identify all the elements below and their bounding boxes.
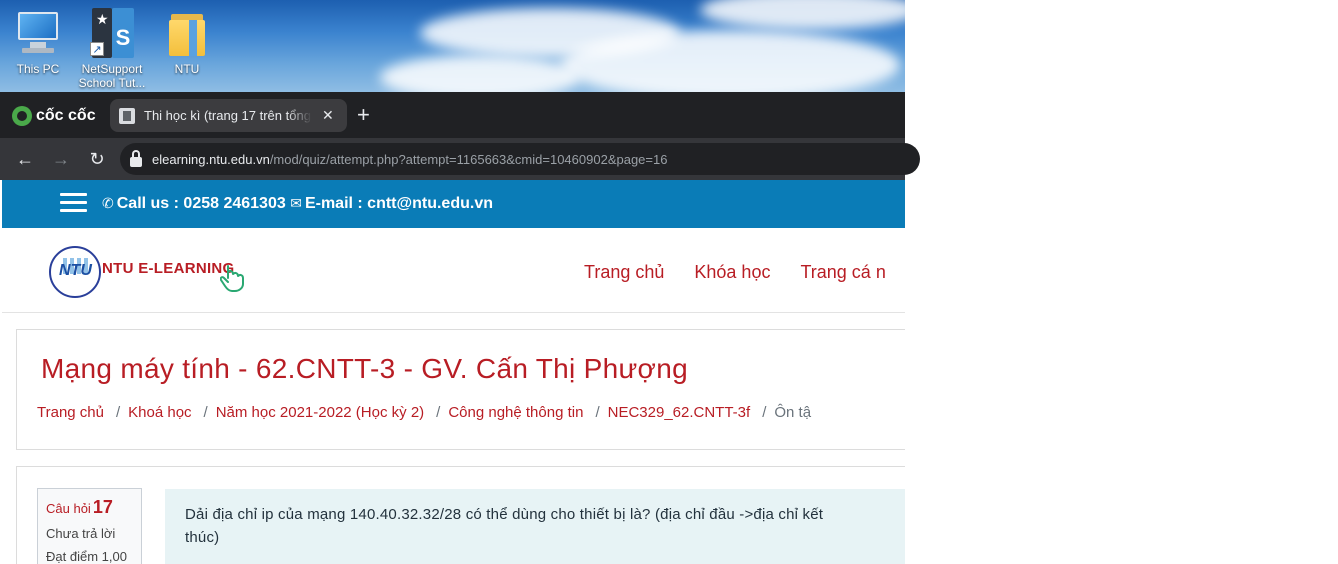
breadcrumb-item[interactable]: Công nghệ thông tin xyxy=(448,404,583,421)
coccoc-logo-icon xyxy=(12,106,32,126)
quiz-question-box: Câu hỏi 17 Chưa trả lời Đạt điểm 1,00 Dải… xyxy=(16,466,905,564)
desktop-icon-ntu-folder[interactable]: NTU xyxy=(151,6,223,76)
site-topbar: ✆ Call us : 0258 2461303 ✉ E-mail : cntt@n… xyxy=(2,180,905,228)
back-arrow-icon[interactable]: ← xyxy=(13,147,37,171)
nav-personal-page[interactable]: Trang cá n xyxy=(800,262,885,283)
breadcrumb-item[interactable]: Trang chủ xyxy=(37,404,104,421)
contact-info: ✆ Call us : 0258 2461303 ✉ E-mail : cntt@n… xyxy=(102,195,493,213)
contact-email[interactable]: E-mail : cntt@ntu.edu.vn xyxy=(305,195,493,212)
desktop-icon-netsupport[interactable]: ★ S ↗ NetSupport School Tut... xyxy=(76,6,148,90)
question-label: Câu hỏi xyxy=(46,501,91,516)
breadcrumb-separator: / xyxy=(203,404,208,421)
desktop-icon-label: NTU xyxy=(174,62,200,76)
contact-phone: Call us : 0258 2461303 xyxy=(116,195,286,212)
screen: This PC ★ S ↗ NetSupport School Tut... N… xyxy=(0,0,1338,564)
logo-text: NTU xyxy=(59,262,92,279)
desktop-icon-label: This PC xyxy=(16,62,60,76)
browser-tab-bar: cốc cốc Thi học kì (trang 17 trên tổng ✕… xyxy=(0,92,905,138)
question-text: Dải địa chỉ ip của mạng 140.40.32.32/28 … xyxy=(165,489,905,564)
page-favicon-icon xyxy=(119,107,135,124)
mail-icon: ✉ xyxy=(290,195,302,211)
question-text-line: Dải địa chỉ ip của mạng 140.40.32.32/28 … xyxy=(185,506,824,523)
hamburger-menu-icon[interactable] xyxy=(60,193,87,213)
folder-icon xyxy=(165,6,209,56)
nav-courses[interactable]: Khóa học xyxy=(694,262,770,283)
breadcrumb-separator: / xyxy=(436,404,441,421)
browser-brand[interactable]: cốc cốc xyxy=(12,106,96,126)
pointing-hand-icon xyxy=(220,265,244,292)
breadcrumb-item[interactable]: Năm học 2021-2022 (Học kỳ 2) xyxy=(216,404,424,421)
browser-brand-label: cốc cốc xyxy=(36,107,96,124)
computer-icon xyxy=(16,6,60,56)
question-number: 17 xyxy=(92,497,113,517)
main-navigation: Trang chủ Khóa học Trang cá n xyxy=(584,262,886,283)
desktop: This PC ★ S ↗ NetSupport School Tut... N… xyxy=(0,0,905,92)
desktop-icon-label: NetSupport School Tut... xyxy=(78,62,146,90)
question-info: Câu hỏi 17 Chưa trả lời Đạt điểm 1,00 xyxy=(37,488,142,564)
breadcrumb-separator: / xyxy=(115,404,121,421)
phone-icon: ✆ xyxy=(102,195,114,211)
netsupport-icon: ★ S ↗ xyxy=(90,6,134,58)
lock-icon[interactable] xyxy=(130,149,142,167)
url-host: elearning.ntu.edu.vn xyxy=(152,151,270,167)
browser-tab[interactable]: Thi học kì (trang 17 trên tổng ✕ xyxy=(110,99,347,132)
browser-toolbar: ← → ↻ elearning.ntu.edu.vn/mod/quiz/atte… xyxy=(0,138,920,180)
breadcrumb-current[interactable]: Ôn tậ xyxy=(774,404,811,421)
breadcrumb-separator: / xyxy=(762,404,767,421)
page-title: Mạng máy tính - 62.CNTT-3 - GV. Cấn Thị … xyxy=(41,353,688,384)
question-grade: Đạt điểm 1,00 xyxy=(46,549,127,564)
site-brand-name[interactable]: NTU E-LEARNING xyxy=(102,260,235,277)
web-page: ✆ Call us : 0258 2461303 ✉ E-mail : cntt@n… xyxy=(0,180,905,564)
tab-title: Thi học kì (trang 17 trên tổng xyxy=(144,108,311,123)
forward-arrow-icon[interactable]: → xyxy=(49,147,73,171)
desktop-icon-this-pc[interactable]: This PC xyxy=(2,6,74,76)
new-tab-plus-icon[interactable]: + xyxy=(357,104,370,126)
course-header-box: Mạng máy tính - 62.CNTT-3 - GV. Cấn Thị … xyxy=(16,329,905,450)
question-text-line: thúc) xyxy=(185,529,220,546)
reload-icon[interactable]: ↻ xyxy=(85,147,109,171)
question-state: Chưa trả lời xyxy=(46,526,116,541)
ntu-logo[interactable]: NTU xyxy=(49,246,101,298)
breadcrumb-item[interactable]: NEC329_62.CNTT-3f xyxy=(608,404,751,421)
nav-home[interactable]: Trang chủ xyxy=(584,262,664,283)
breadcrumb: Trang chủ / Khoá học / Năm học 2021-2022 (Họ… xyxy=(37,404,811,421)
address-bar[interactable]: elearning.ntu.edu.vn/mod/quiz/attempt.ph… xyxy=(120,143,920,175)
breadcrumb-item[interactable]: Khoá học xyxy=(128,404,191,421)
tab-close-icon[interactable]: ✕ xyxy=(322,107,334,124)
breadcrumb-separator: / xyxy=(595,404,600,421)
site-header: NTU NTU E-LEARNING Trang chủ Khóa học Tr… xyxy=(2,228,905,313)
url-path: /mod/quiz/attempt.php?attempt=1165663&cm… xyxy=(269,151,668,167)
